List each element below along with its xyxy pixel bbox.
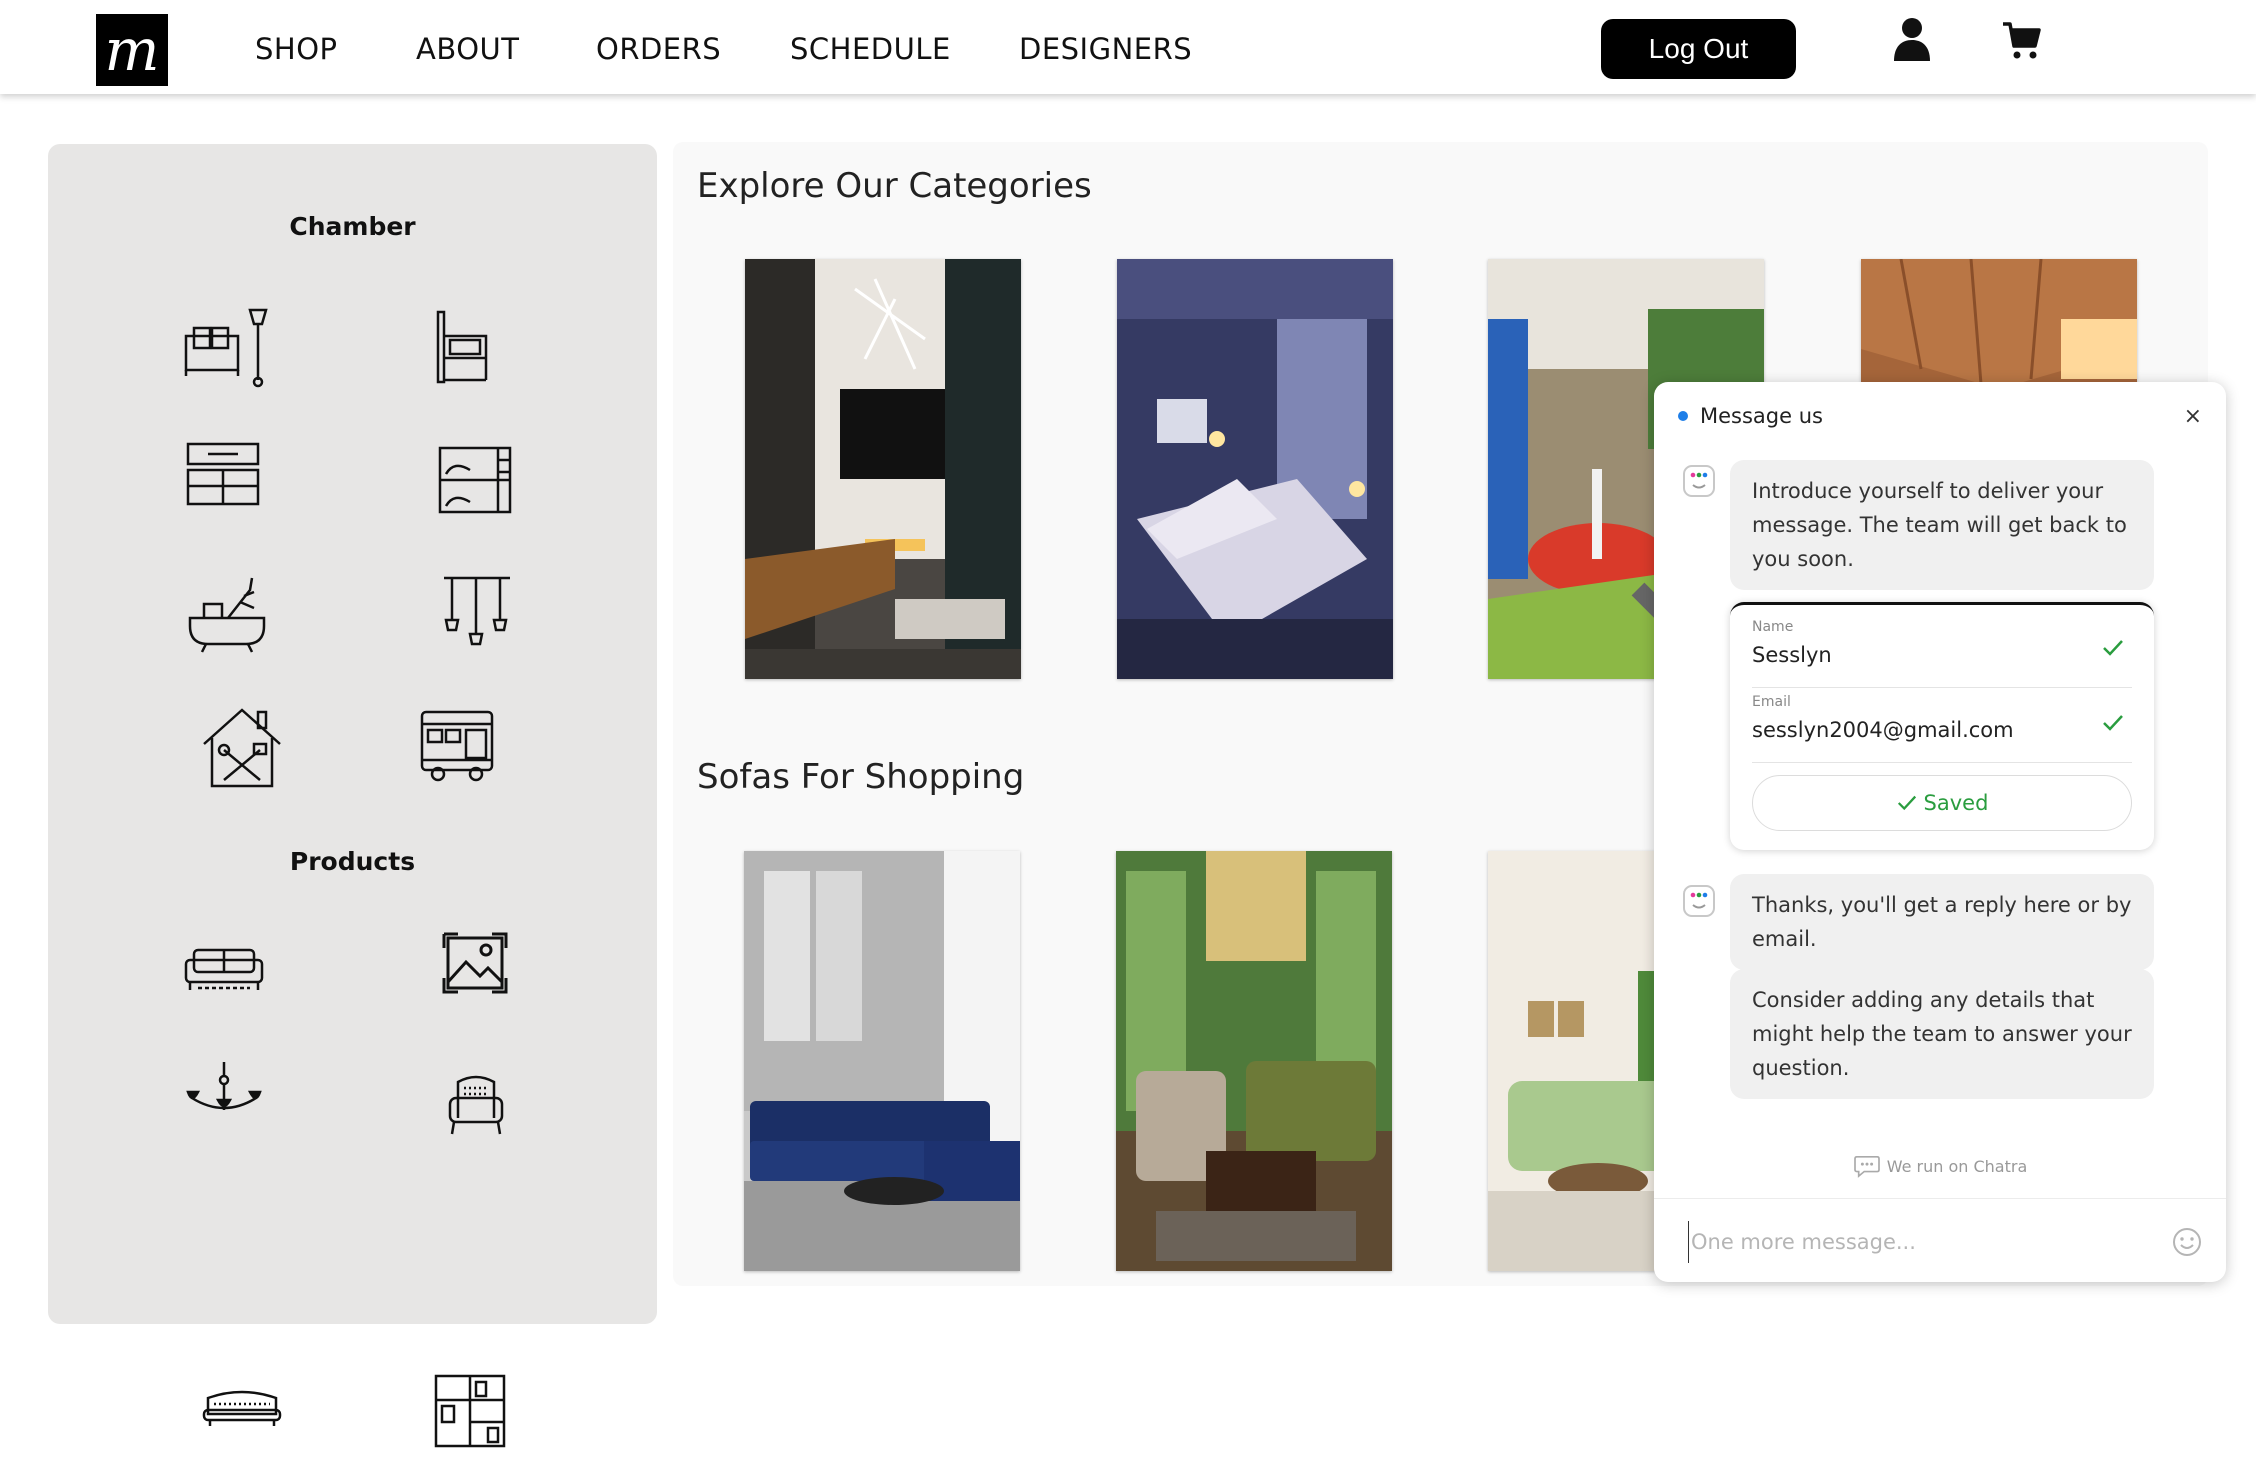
saved-label: Saved bbox=[1923, 791, 1989, 815]
email-value[interactable]: sesslyn2004@gmail.com bbox=[1752, 718, 2014, 742]
chat-input-bar bbox=[1654, 1198, 2226, 1282]
user-icon[interactable] bbox=[1893, 17, 1931, 61]
armchair-icon[interactable] bbox=[430, 1054, 530, 1154]
sofas-title: Sofas For Shopping bbox=[697, 757, 1025, 797]
kids-room-icon[interactable] bbox=[430, 430, 530, 530]
cart-icon[interactable] bbox=[2002, 21, 2042, 61]
name-field[interactable]: Name Sesslyn bbox=[1752, 613, 2132, 688]
nav-shop[interactable]: SHOP bbox=[255, 32, 338, 66]
bathroom-icon[interactable] bbox=[180, 564, 280, 664]
chandelier-icon[interactable] bbox=[180, 1054, 280, 1154]
speech-bubble-icon bbox=[1853, 1155, 1880, 1178]
sofa-icon[interactable] bbox=[180, 922, 280, 1022]
green-sofa-living-room-photo[interactable] bbox=[1116, 851, 1392, 1271]
details-message: Consider adding any details that might h… bbox=[1730, 969, 2154, 1099]
chat-widget: Message us × Introduce yourself to deliv… bbox=[1654, 382, 2226, 1282]
office-icon[interactable] bbox=[178, 430, 278, 530]
lighting-icon[interactable] bbox=[430, 564, 530, 664]
bot-avatar-icon bbox=[1682, 462, 1716, 500]
outdoor-icon[interactable] bbox=[414, 700, 514, 800]
nav-orders[interactable]: ORDERS bbox=[596, 32, 721, 66]
name-value[interactable]: Sesslyn bbox=[1752, 643, 1832, 667]
check-icon bbox=[1897, 795, 1916, 811]
brand-logo[interactable]: m bbox=[96, 14, 168, 86]
check-icon bbox=[2103, 640, 2123, 656]
saved-button[interactable]: Saved bbox=[1752, 775, 2132, 831]
products-heading: Products bbox=[289, 847, 416, 876]
logout-button[interactable]: Log Out bbox=[1601, 19, 1796, 79]
living-room-photo[interactable] bbox=[745, 259, 1021, 679]
powered-by[interactable]: We run on Chatra bbox=[1654, 1154, 2226, 1178]
categories-title: Explore Our Categories bbox=[697, 166, 1092, 206]
reply-message: Thanks, you'll get a reply here or by em… bbox=[1730, 874, 2154, 970]
nav-designers[interactable]: DESIGNERS bbox=[1019, 32, 1192, 66]
powered-by-label: We run on Chatra bbox=[1886, 1156, 2028, 1176]
bedroom-icon[interactable] bbox=[428, 296, 528, 396]
email-label: Email bbox=[1752, 694, 1791, 710]
storage-icon[interactable] bbox=[430, 1362, 530, 1462]
name-label: Name bbox=[1752, 619, 1794, 635]
online-status-dot bbox=[1678, 411, 1688, 421]
chat-title: Message us bbox=[1700, 404, 1823, 428]
wall-art-icon[interactable] bbox=[430, 922, 530, 1022]
nav-schedule[interactable]: SCHEDULE bbox=[790, 32, 951, 66]
top-navigation-bar: m SHOP ABOUT ORDERS SCHEDULE DESIGNERS L… bbox=[0, 0, 2256, 94]
contact-form: Name Sesslyn Email sesslyn2004@gmail.com… bbox=[1730, 602, 2154, 850]
chat-header: Message us bbox=[1678, 404, 1823, 428]
nav-about[interactable]: ABOUT bbox=[416, 32, 520, 66]
chamber-heading: Chamber bbox=[289, 212, 416, 241]
bot-avatar-icon bbox=[1682, 882, 1716, 920]
bedroom-photo[interactable] bbox=[1117, 259, 1393, 679]
category-sidebar: Chamber Products bbox=[48, 144, 657, 1448]
home-repair-icon[interactable] bbox=[198, 700, 298, 800]
emoji-icon[interactable] bbox=[2172, 1227, 2202, 1257]
email-field[interactable]: Email sesslyn2004@gmail.com bbox=[1752, 688, 2132, 763]
close-icon[interactable]: × bbox=[2184, 404, 2202, 429]
message-input[interactable] bbox=[1688, 1221, 2153, 1263]
loveseat-icon[interactable] bbox=[198, 1362, 298, 1462]
check-icon bbox=[2103, 715, 2123, 731]
blue-sectional-sofa-photo[interactable] bbox=[744, 851, 1020, 1271]
intro-message: Introduce yourself to deliver your messa… bbox=[1730, 460, 2154, 590]
living-room-icon[interactable] bbox=[178, 296, 278, 396]
